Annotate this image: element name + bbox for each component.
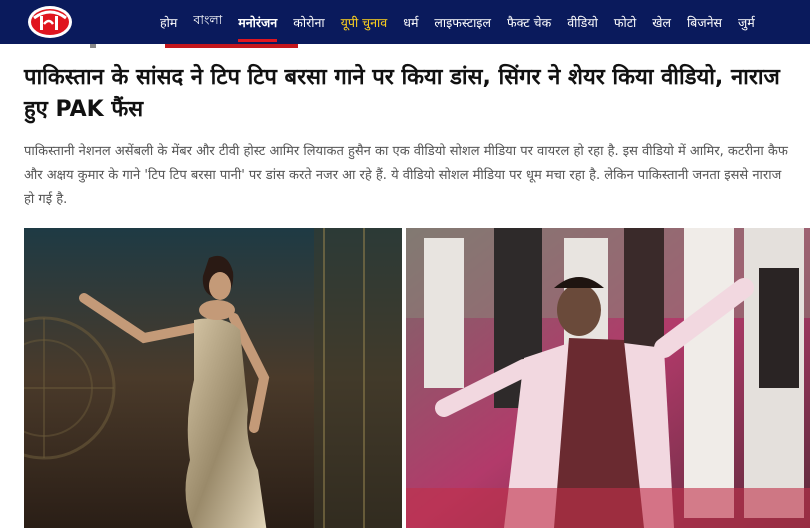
article-summary: पाकिस्तानी नेशनल असेंबली के मेंबर और टीव…: [24, 144, 788, 207]
nav-corona[interactable]: कोरोना: [285, 0, 332, 44]
aajtak-logo[interactable]: [26, 4, 74, 40]
nav-up-election[interactable]: यूपी चुनाव: [333, 0, 396, 44]
nav-crime[interactable]: जुर्म: [730, 0, 763, 44]
lead-image-graphic: [24, 228, 810, 528]
nav-sports[interactable]: खेल: [644, 0, 679, 44]
nav-video[interactable]: वीडियो: [559, 0, 606, 44]
nav-fact-check[interactable]: फैक्ट चेक: [499, 0, 559, 44]
section-label-strip[interactable]: [165, 44, 298, 48]
breadcrumb-marker: [90, 44, 96, 48]
nav-lifestyle[interactable]: लाइफस्टाइल: [426, 0, 499, 44]
nav-bangla[interactable]: বাংলা: [185, 0, 230, 44]
nav-home[interactable]: होम: [152, 0, 185, 44]
article-headline: पाकिस्तान के सांसद ने टिप टिप बरसा गाने …: [24, 65, 780, 122]
nav-photo[interactable]: फोटो: [606, 0, 644, 44]
nav-entertainment[interactable]: मनोरंजन: [230, 0, 285, 44]
right-panel-dancing-man-image: [406, 228, 810, 528]
nav-business[interactable]: बिजनेस: [679, 0, 730, 44]
nav-religion[interactable]: धर्म: [395, 0, 426, 44]
aajtak-logo-icon: [28, 6, 72, 38]
breadcrumb-strip: [0, 44, 810, 49]
article-lead-image[interactable]: [24, 228, 810, 528]
main-nav-menu: होम বাংলা मनोरंजन कोरोना यूपी चुनाव धर्म…: [152, 0, 763, 44]
top-navigation-bar: होम বাংলা मनोरंजन कोरोना यूपी चुनाव धर्म…: [0, 0, 810, 44]
left-panel-dancer-image: [24, 228, 402, 528]
